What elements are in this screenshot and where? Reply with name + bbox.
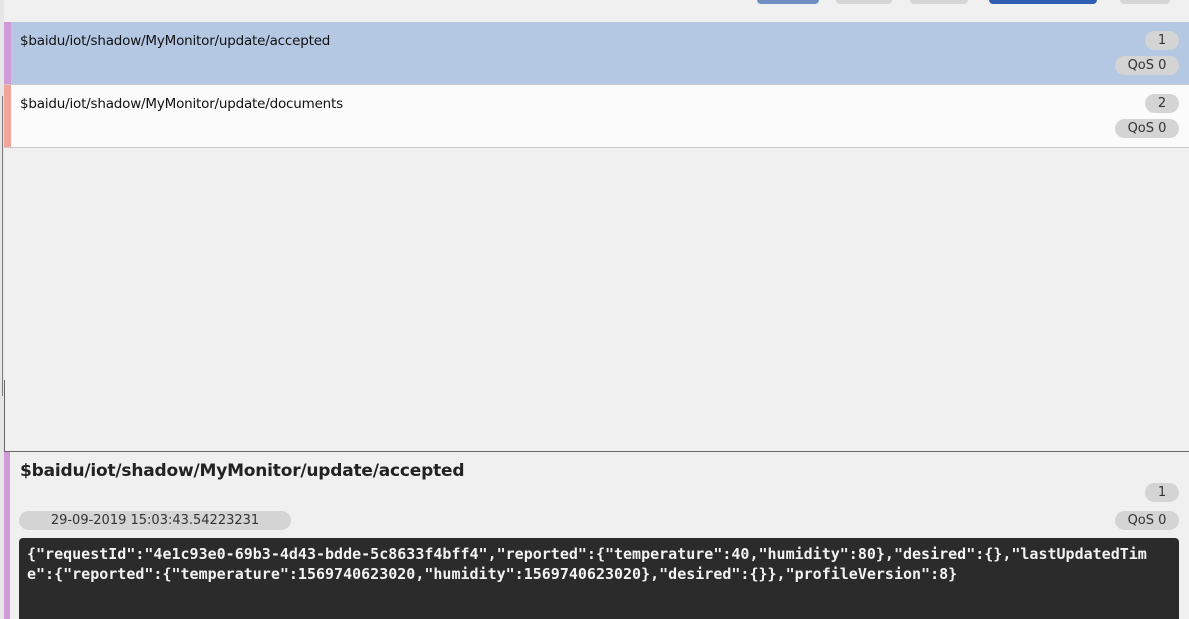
message-count-badge: 1 [1145,31,1179,50]
toolbar-button-partial[interactable] [910,0,968,4]
message-list: $baidu/iot/shadow/MyMonitor/update/accep… [4,22,1189,148]
message-list-empty-space [4,150,1189,450]
detail-topic-title: $baidu/iot/shadow/MyMonitor/update/accep… [20,461,465,481]
qos-badge: QoS 0 [1115,119,1179,138]
topic-color-stripe [4,452,10,619]
panel-border [4,380,5,452]
detail-count-badge: 1 [1145,483,1179,502]
qos-badge: QoS 0 [1115,56,1179,75]
topic-color-stripe [4,85,11,147]
splitter-handle[interactable] [2,96,3,396]
toolbar-button-partial[interactable] [757,0,819,4]
message-list-item[interactable]: $baidu/iot/shadow/MyMonitor/update/docum… [4,85,1189,148]
message-payload[interactable]: {"requestId":"4e1c93e0-69b3-4d43-bdde-5c… [19,538,1179,619]
message-topic: $baidu/iot/shadow/MyMonitor/update/docum… [20,96,343,112]
toolbar-button-partial[interactable] [1120,0,1170,4]
message-topic: $baidu/iot/shadow/MyMonitor/update/accep… [20,33,331,49]
message-count-badge: 2 [1145,94,1179,113]
message-timestamp: 29-09-2019 15:03:43.54223231 [19,511,291,530]
toolbar-primary-button-partial[interactable] [989,0,1097,4]
topic-color-stripe [4,22,11,84]
message-detail-panel: $baidu/iot/shadow/MyMonitor/update/accep… [4,452,1189,619]
detail-qos-badge: QoS 0 [1115,511,1179,530]
toolbar-button-partial[interactable] [836,0,892,4]
message-list-item[interactable]: $baidu/iot/shadow/MyMonitor/update/accep… [4,22,1189,85]
